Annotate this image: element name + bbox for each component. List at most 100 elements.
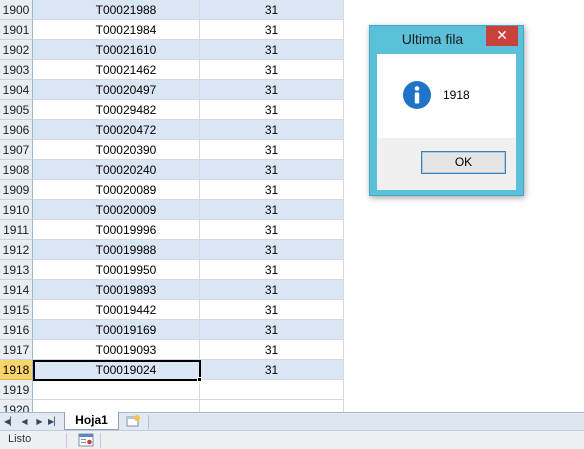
table-row[interactable]: 1912 T00019988 31 — [0, 240, 344, 260]
row-header[interactable]: 1913 — [0, 260, 33, 280]
table-row[interactable]: 1916 T00019169 31 — [0, 320, 344, 340]
row-header[interactable]: 1904 — [0, 80, 33, 100]
cell-b[interactable]: 31 — [200, 180, 344, 200]
status-bar: Listo — [0, 430, 584, 449]
row-header[interactable]: 1919 — [0, 380, 33, 400]
insert-sheet-icon[interactable] — [125, 414, 141, 428]
cell-b[interactable]: 31 — [200, 300, 344, 320]
table-row[interactable]: 1919 — [0, 380, 344, 400]
row-header[interactable]: 1914 — [0, 280, 33, 300]
spreadsheet-grid[interactable]: 1900 T00021988 31 1901 T00021984 31 1902… — [0, 0, 344, 412]
row-header[interactable]: 1915 — [0, 300, 33, 320]
row-header[interactable]: 1902 — [0, 40, 33, 60]
table-row[interactable]: 1906 T00020472 31 — [0, 120, 344, 140]
dialog-body: 1918 OK — [377, 54, 516, 190]
cell-a[interactable]: T00029482 — [33, 100, 200, 120]
cell-b[interactable]: 31 — [200, 20, 344, 40]
cell-a[interactable]: T00021610 — [33, 40, 200, 60]
cell-a[interactable] — [33, 380, 200, 400]
cell-b[interactable]: 31 — [200, 220, 344, 240]
row-header[interactable]: 1901 — [0, 20, 33, 40]
fill-handle[interactable] — [197, 377, 202, 382]
cell-a[interactable] — [33, 400, 200, 412]
cell-b[interactable]: 31 — [200, 80, 344, 100]
info-icon — [402, 80, 432, 110]
row-header[interactable]: 1908 — [0, 160, 33, 180]
horizontal-scrollbar[interactable] — [148, 415, 584, 429]
cell-a[interactable]: T00019893 — [33, 280, 200, 300]
table-row[interactable]: 1917 T00019093 31 — [0, 340, 344, 360]
table-row[interactable]: 1915 T00019442 31 — [0, 300, 344, 320]
table-row[interactable]: 1905 T00029482 31 — [0, 100, 344, 120]
cell-b[interactable]: 31 — [200, 0, 344, 20]
row-header[interactable]: 1903 — [0, 60, 33, 80]
ok-button[interactable]: OK — [421, 151, 506, 174]
row-header[interactable]: 1907 — [0, 140, 33, 160]
cell-b[interactable]: 31 — [200, 160, 344, 180]
cell-b[interactable]: 31 — [200, 260, 344, 280]
cell-b[interactable]: 31 — [200, 120, 344, 140]
last-sheet-icon[interactable]: ▶▏ — [48, 415, 60, 428]
cell-a[interactable]: T00020390 — [33, 140, 200, 160]
row-header[interactable]: 1910 — [0, 200, 33, 220]
row-header[interactable]: 1920 — [0, 400, 33, 412]
cell-a[interactable]: T00019169 — [33, 320, 200, 340]
cell-b[interactable]: 31 — [200, 340, 344, 360]
row-header[interactable]: 1900 — [0, 0, 33, 20]
table-row[interactable]: 1908 T00020240 31 — [0, 160, 344, 180]
cell-a[interactable]: T00021984 — [33, 20, 200, 40]
sheet-tab-hoja1[interactable]: Hoja1 — [64, 412, 119, 430]
row-header[interactable]: 1906 — [0, 120, 33, 140]
cell-b[interactable]: 31 — [200, 40, 344, 60]
table-row[interactable]: 1920 — [0, 400, 344, 412]
cell-a[interactable]: T00020472 — [33, 120, 200, 140]
table-row[interactable]: 1901 T00021984 31 — [0, 20, 344, 40]
sheet-tab-bar: ◀▏ ◀ ▶ ▶▏ Hoja1 — [0, 412, 584, 430]
cell-a[interactable]: T00019093 — [33, 340, 200, 360]
row-header[interactable]: 1916 — [0, 320, 33, 340]
cell-b[interactable]: 31 — [200, 140, 344, 160]
row-header[interactable]: 1905 — [0, 100, 33, 120]
cell-a[interactable]: T00019988 — [33, 240, 200, 260]
table-row[interactable]: 1914 T00019893 31 — [0, 280, 344, 300]
cell-a[interactable]: T00020497 — [33, 80, 200, 100]
next-sheet-icon[interactable]: ▶ — [34, 415, 45, 428]
cell-b[interactable]: 31 — [200, 60, 344, 80]
cell-a[interactable]: T00019442 — [33, 300, 200, 320]
row-header-selected[interactable]: 1918 — [0, 360, 33, 380]
table-row[interactable]: 1907 T00020390 31 — [0, 140, 344, 160]
row-header[interactable]: 1911 — [0, 220, 33, 240]
cell-a[interactable]: T00020009 — [33, 200, 200, 220]
table-row[interactable]: 1913 T00019950 31 — [0, 260, 344, 280]
cell-a[interactable]: T00021988 — [33, 0, 200, 20]
cell-b[interactable] — [200, 400, 344, 412]
cell-a[interactable]: T00020089 — [33, 180, 200, 200]
cell-a[interactable]: T00019950 — [33, 260, 200, 280]
cell-b[interactable]: 31 — [200, 320, 344, 340]
record-macro-icon[interactable] — [78, 433, 94, 447]
cell-b[interactable]: 31 — [200, 100, 344, 120]
close-button[interactable]: ✕ — [486, 26, 518, 46]
table-row[interactable]: 1900 T00021988 31 — [0, 0, 344, 20]
table-row[interactable]: 1910 T00020009 31 — [0, 200, 344, 220]
message-dialog: Ultima fila ✕ 1918 OK — [369, 25, 524, 196]
row-header[interactable]: 1917 — [0, 340, 33, 360]
cell-b[interactable] — [200, 380, 344, 400]
cell-b[interactable]: 31 — [200, 280, 344, 300]
cell-b[interactable]: 31 — [200, 200, 344, 220]
first-sheet-icon[interactable]: ◀▏ — [4, 415, 16, 428]
row-header[interactable]: 1912 — [0, 240, 33, 260]
row-header[interactable]: 1909 — [0, 180, 33, 200]
cell-b[interactable]: 31 — [200, 240, 344, 260]
table-row[interactable]: 1902 T00021610 31 — [0, 40, 344, 60]
table-row[interactable]: 1911 T00019996 31 — [0, 220, 344, 240]
table-row[interactable]: 1904 T00020497 31 — [0, 80, 344, 100]
cell-a[interactable]: T00020240 — [33, 160, 200, 180]
table-row[interactable]: 1903 T00021462 31 — [0, 60, 344, 80]
cell-a[interactable]: T00021462 — [33, 60, 200, 80]
table-row[interactable]: 1909 T00020089 31 — [0, 180, 344, 200]
cell-a[interactable]: T00019996 — [33, 220, 200, 240]
prev-sheet-icon[interactable]: ◀ — [19, 415, 30, 428]
cell-b[interactable]: 31 — [200, 360, 344, 380]
dialog-title: Ultima fila — [401, 31, 464, 47]
